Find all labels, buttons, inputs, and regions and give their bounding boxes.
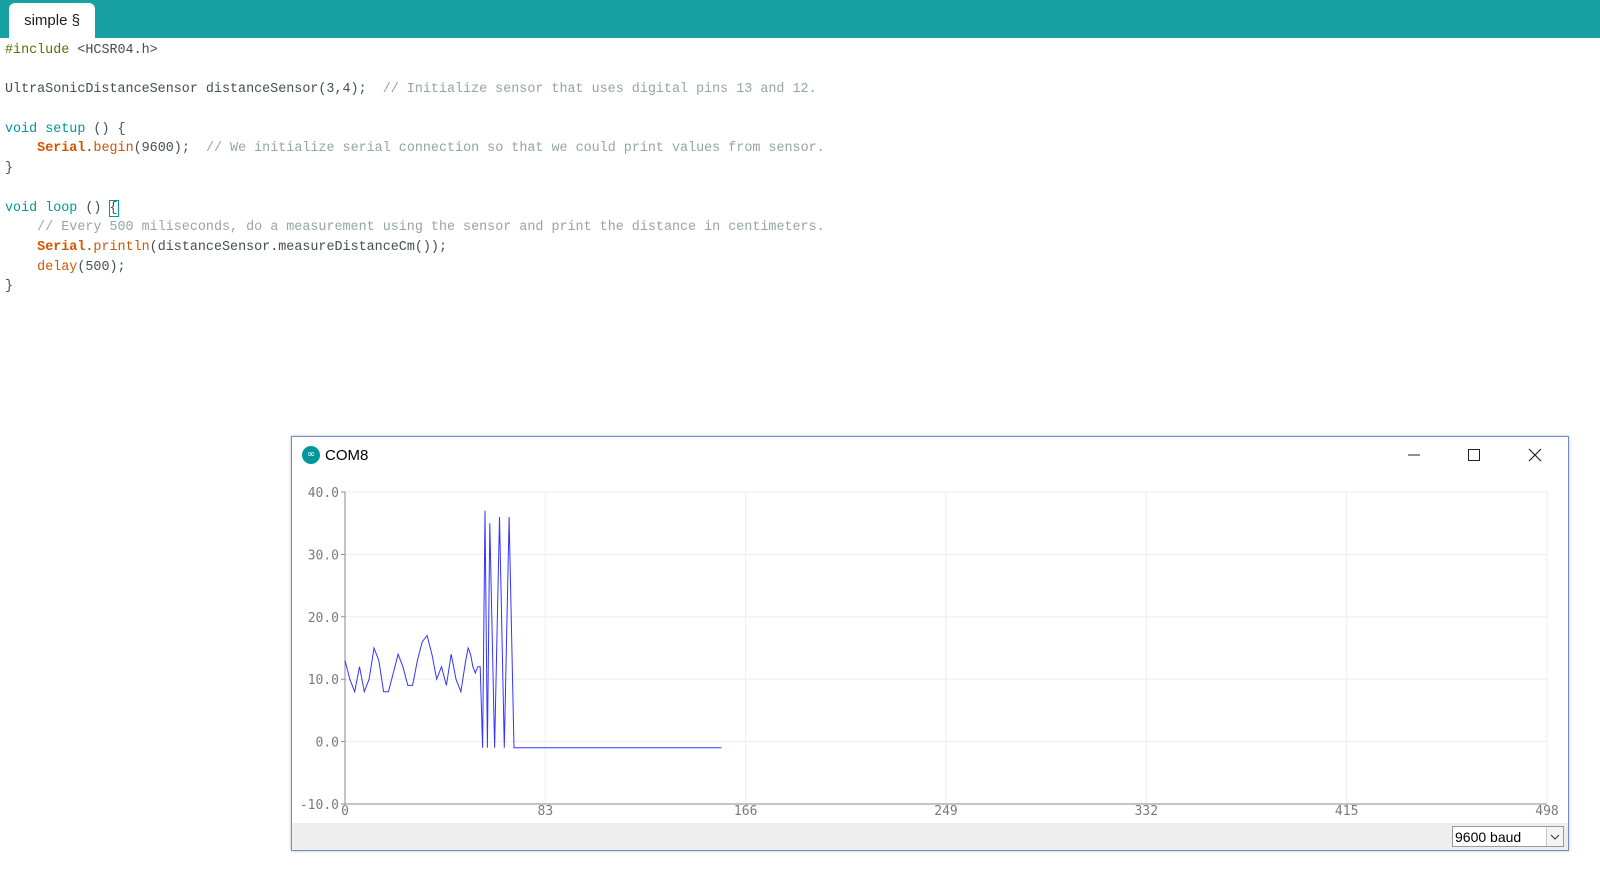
- code-token: Serial: [37, 141, 86, 157]
- code-token: <HCSR04.h>: [69, 43, 158, 58]
- window-title: COM8: [325, 447, 369, 464]
- y-tick-label: 30.0: [308, 548, 339, 563]
- code-line: #include <HCSR04.h>: [5, 41, 825, 61]
- code-token: (500);: [77, 259, 126, 275]
- code-token: UltraSonicDistanceSensor distanceSensor(…: [5, 82, 383, 98]
- code-token: Serial: [37, 239, 86, 255]
- x-tick-label: 166: [734, 804, 757, 819]
- tab-bar: simple §: [0, 0, 1600, 38]
- code-token: setup: [45, 121, 86, 137]
- code-token: // Every 500 miliseconds, do a measureme…: [37, 220, 825, 236]
- code-token: void: [5, 200, 38, 216]
- x-tick-label: 249: [934, 804, 957, 819]
- x-tick-label: 415: [1335, 804, 1358, 819]
- tab-label: simple §: [24, 12, 80, 29]
- maximize-icon: [1468, 449, 1480, 461]
- code-line: }: [5, 159, 825, 179]
- code-line: void loop () {: [5, 199, 825, 219]
- code-line: UltraSonicDistanceSensor distanceSensor(…: [5, 80, 825, 100]
- tab-simple[interactable]: simple §: [9, 3, 95, 38]
- code-token: begin: [93, 141, 134, 157]
- maximize-button[interactable]: [1444, 437, 1504, 473]
- matched-brace: {: [108, 199, 119, 217]
- y-tick-label: 40.0: [308, 486, 339, 501]
- arduino-icon: ∞: [302, 446, 320, 464]
- code-token: // Initialize sensor that uses digital p…: [382, 82, 817, 98]
- code-line: Serial.begin(9600); // We initialize ser…: [5, 139, 825, 159]
- minimize-button[interactable]: [1384, 437, 1444, 473]
- close-button[interactable]: [1505, 437, 1565, 473]
- code-text[interactable]: #include <HCSR04.h> UltraSonicDistanceSe…: [5, 41, 825, 297]
- y-tick-label: 20.0: [308, 611, 339, 626]
- x-tick-label: 83: [538, 804, 554, 819]
- code-token: void: [5, 121, 38, 137]
- code-token: println: [93, 239, 150, 255]
- code-token: () {: [85, 121, 126, 137]
- code-token: delay: [37, 259, 78, 275]
- chevron-down-icon: [1546, 827, 1563, 846]
- code-line: Serial.println(distanceSensor.measureDis…: [5, 238, 825, 258]
- x-tick-label: 0: [341, 804, 349, 819]
- code-line: delay(500);: [5, 258, 825, 278]
- code-token: }: [5, 279, 14, 295]
- code-line: }: [5, 277, 825, 297]
- code-token: (distanceSensor.measureDistanceCm());: [149, 239, 447, 255]
- serial-plot-chart: 40.0 30.0 20.0 10.0 0.0 -10.0 0 83 166 249 332 415 4…: [300, 486, 1559, 819]
- title-bar[interactable]: ∞ COM8: [292, 437, 1568, 473]
- x-tick-label: 332: [1135, 804, 1158, 819]
- code-token: loop: [45, 200, 78, 216]
- baud-rate-value: 9600 baud: [1455, 829, 1522, 845]
- close-icon: [1528, 448, 1542, 462]
- code-line: // Every 500 miliseconds, do a measureme…: [5, 218, 825, 238]
- serial-plotter-window: ∞ COM8 40.0 30.0 20.0 10.0 0.0 -10.0 0 83 166 249…: [291, 436, 1569, 851]
- code-token: (9600);: [133, 141, 206, 157]
- code-token: // We initialize serial connection so th…: [205, 141, 825, 157]
- code-token: (): [77, 200, 110, 216]
- status-bar: 9600 baud: [292, 823, 1568, 850]
- y-tick-label: -10.0: [300, 798, 339, 813]
- code-token: #include: [5, 43, 70, 58]
- code-token: }: [5, 161, 14, 177]
- code-line: void setup () {: [5, 120, 825, 140]
- minimize-icon: [1408, 454, 1420, 456]
- baud-rate-select[interactable]: 9600 baud: [1452, 826, 1564, 847]
- y-tick-label: 10.0: [308, 673, 339, 688]
- series-line: [344, 510, 722, 749]
- x-tick-label: 498: [1535, 804, 1558, 819]
- code-editor[interactable]: #include <HCSR04.h> UltraSonicDistanceSe…: [0, 38, 1600, 438]
- y-tick-label: 0.0: [316, 736, 339, 751]
